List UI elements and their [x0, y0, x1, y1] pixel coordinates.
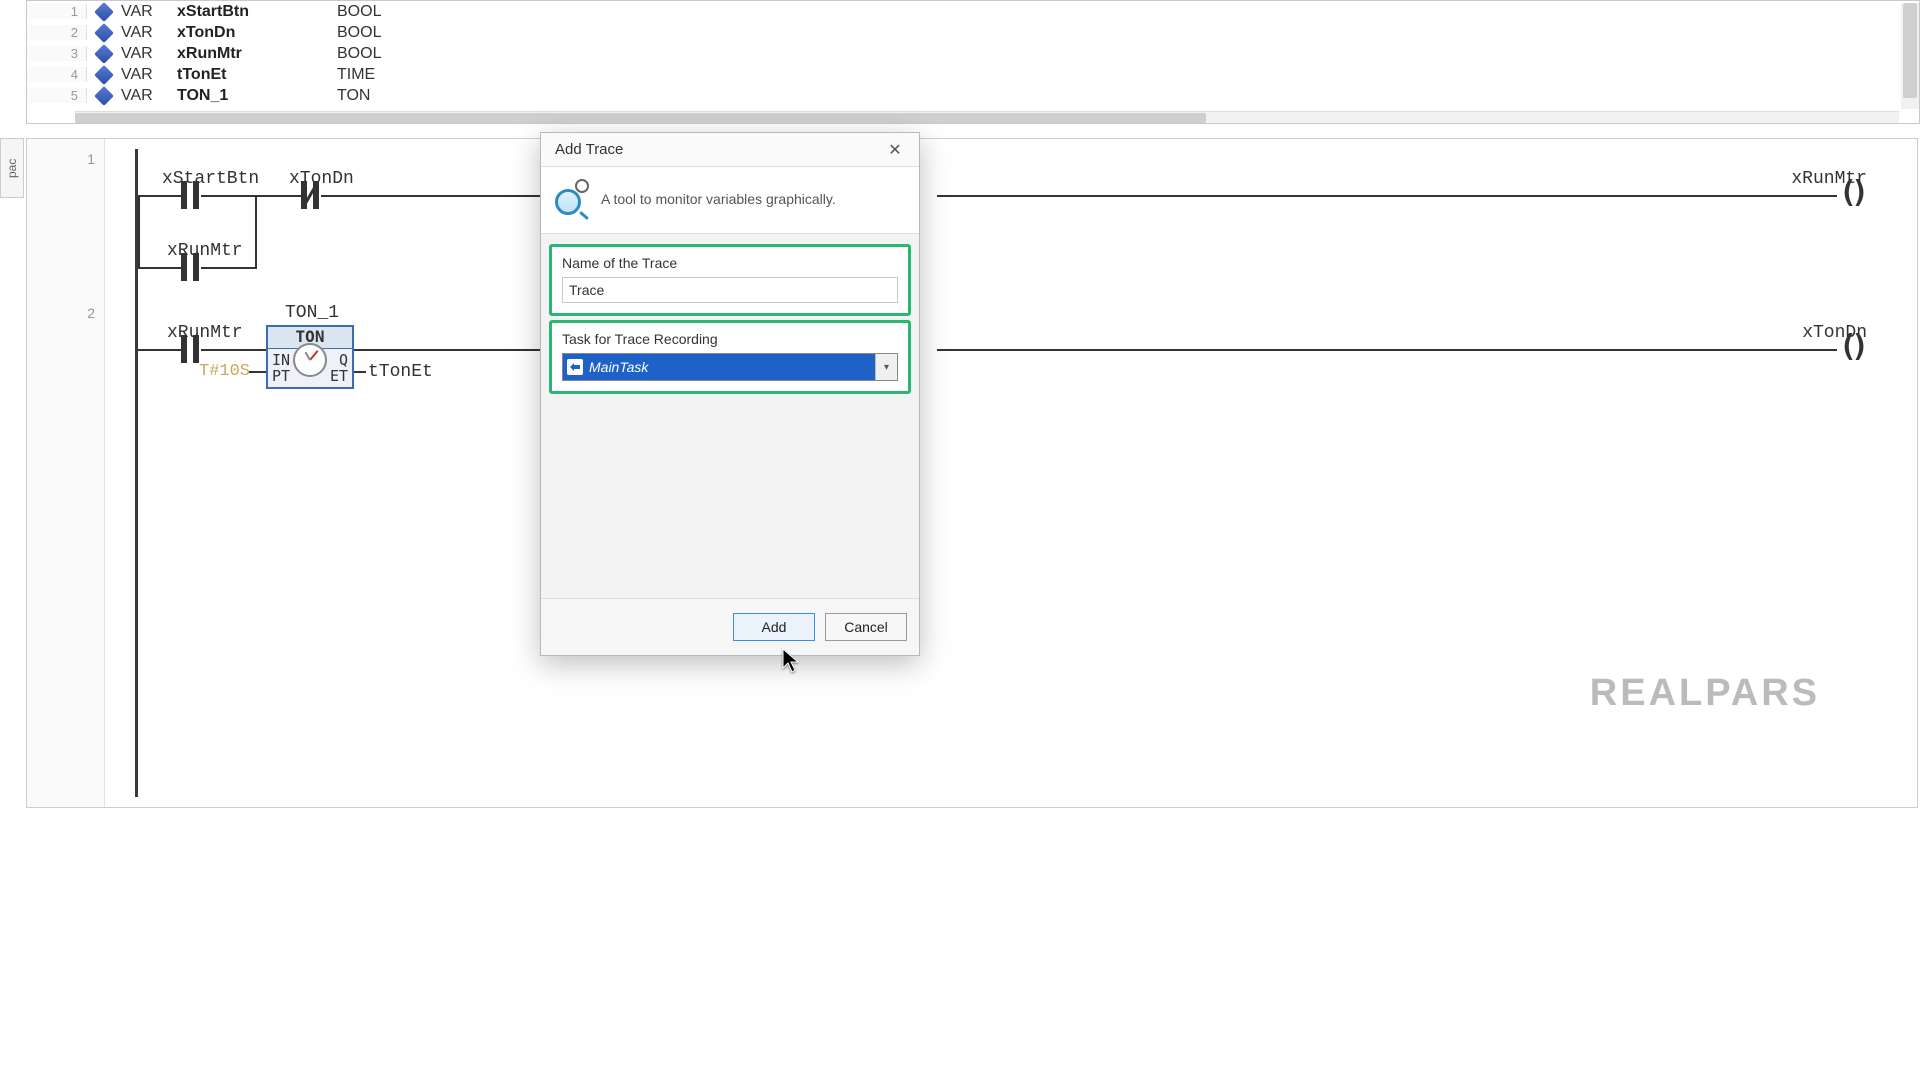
var-scope: VAR [121, 66, 177, 84]
var-name: tTonEt [177, 66, 337, 84]
trace-task-group: Task for Trace Recording MainTask ▾ [549, 320, 911, 394]
trace-task-label: Task for Trace Recording [562, 331, 898, 347]
trace-name-label: Name of the Trace [562, 255, 898, 271]
rung-number: 1 [27, 151, 105, 167]
et-var-label: tTonEt [368, 362, 433, 382]
var-icon [87, 47, 121, 61]
fb-pin-et: ET [330, 367, 348, 385]
trace-name-input[interactable] [562, 277, 898, 303]
contact-label: xRunMtr [167, 323, 243, 343]
dialog-description: A tool to monitor variables graphically. [601, 191, 836, 207]
side-tab[interactable]: pac [0, 138, 24, 198]
add-trace-dialog: Add Trace ✕ A tool to monitor variables … [540, 132, 920, 656]
contact-label: xTonDn [289, 169, 354, 189]
decl-hscroll[interactable] [75, 111, 1899, 123]
declaration-row[interactable]: 1 VARxStartBtnBOOL [27, 1, 1919, 22]
fb-ton[interactable]: TON IN Q PT ET [266, 325, 354, 389]
mouse-cursor [782, 648, 802, 674]
var-scope: VAR [121, 87, 177, 105]
contact-label: xStartBtn [162, 169, 259, 189]
fb-pin-pt: PT [272, 367, 290, 385]
var-type: BOOL [337, 24, 381, 42]
var-icon [87, 26, 121, 40]
var-type: BOOL [337, 3, 381, 21]
var-name: xRunMtr [177, 45, 337, 63]
dialog-title: Add Trace [555, 141, 881, 158]
contact-label: xRunMtr [167, 241, 243, 261]
rung-number: 2 [27, 305, 105, 321]
trace-task-value: MainTask [589, 359, 648, 375]
var-name: xStartBtn [177, 3, 337, 21]
trace-icon [555, 183, 587, 215]
line-number: 4 [27, 67, 87, 82]
nc-contact-xtondn[interactable] [301, 181, 319, 209]
dialog-titlebar[interactable]: Add Trace ✕ [541, 133, 919, 167]
var-scope: VAR [121, 24, 177, 42]
var-type: TON [337, 87, 370, 105]
coil-xtondn[interactable]: () [1839, 335, 1869, 365]
declaration-row[interactable]: 5 VARTON_1TON [27, 85, 1919, 106]
decl-vscroll[interactable] [1901, 3, 1919, 109]
close-button[interactable]: ✕ [881, 138, 909, 162]
coil-xrunmtr[interactable]: () [1839, 181, 1869, 211]
var-name: TON_1 [177, 87, 337, 105]
var-type: BOOL [337, 45, 381, 63]
trace-task-combo[interactable]: MainTask ▾ [562, 353, 898, 381]
no-contact-xstartbtn[interactable] [181, 181, 199, 209]
line-number: 1 [27, 4, 87, 19]
var-name: xTonDn [177, 24, 337, 42]
line-number: 3 [27, 46, 87, 61]
cancel-button[interactable]: Cancel [825, 613, 907, 641]
declaration-row[interactable]: 3 VARxRunMtrBOOL [27, 43, 1919, 64]
var-icon [87, 89, 121, 103]
var-icon [87, 5, 121, 19]
var-scope: VAR [121, 45, 177, 63]
no-contact-xrunmtr-2[interactable] [181, 335, 199, 363]
fb-instance-label: TON_1 [285, 303, 339, 323]
trace-name-group: Name of the Trace [549, 244, 911, 316]
task-icon [567, 359, 583, 375]
add-button[interactable]: Add [733, 613, 815, 641]
line-number: 2 [27, 25, 87, 40]
line-number: 5 [27, 88, 87, 103]
clock-icon [293, 343, 327, 377]
watermark-logo: REALPARS [1590, 672, 1820, 715]
declaration-panel: 1VARxStartBtnBOOL2VARxTonDnBOOL3VARxRunM… [26, 0, 1920, 124]
no-contact-xrunmtr[interactable] [181, 253, 199, 281]
var-type: TIME [337, 66, 375, 84]
chevron-down-icon[interactable]: ▾ [875, 354, 897, 380]
declaration-row[interactable]: 4 VARtTonEtTIME [27, 64, 1919, 85]
declaration-row[interactable]: 2 VARxTonDnBOOL [27, 22, 1919, 43]
pt-literal: T#10S [199, 362, 250, 381]
var-scope: VAR [121, 3, 177, 21]
var-icon [87, 68, 121, 82]
